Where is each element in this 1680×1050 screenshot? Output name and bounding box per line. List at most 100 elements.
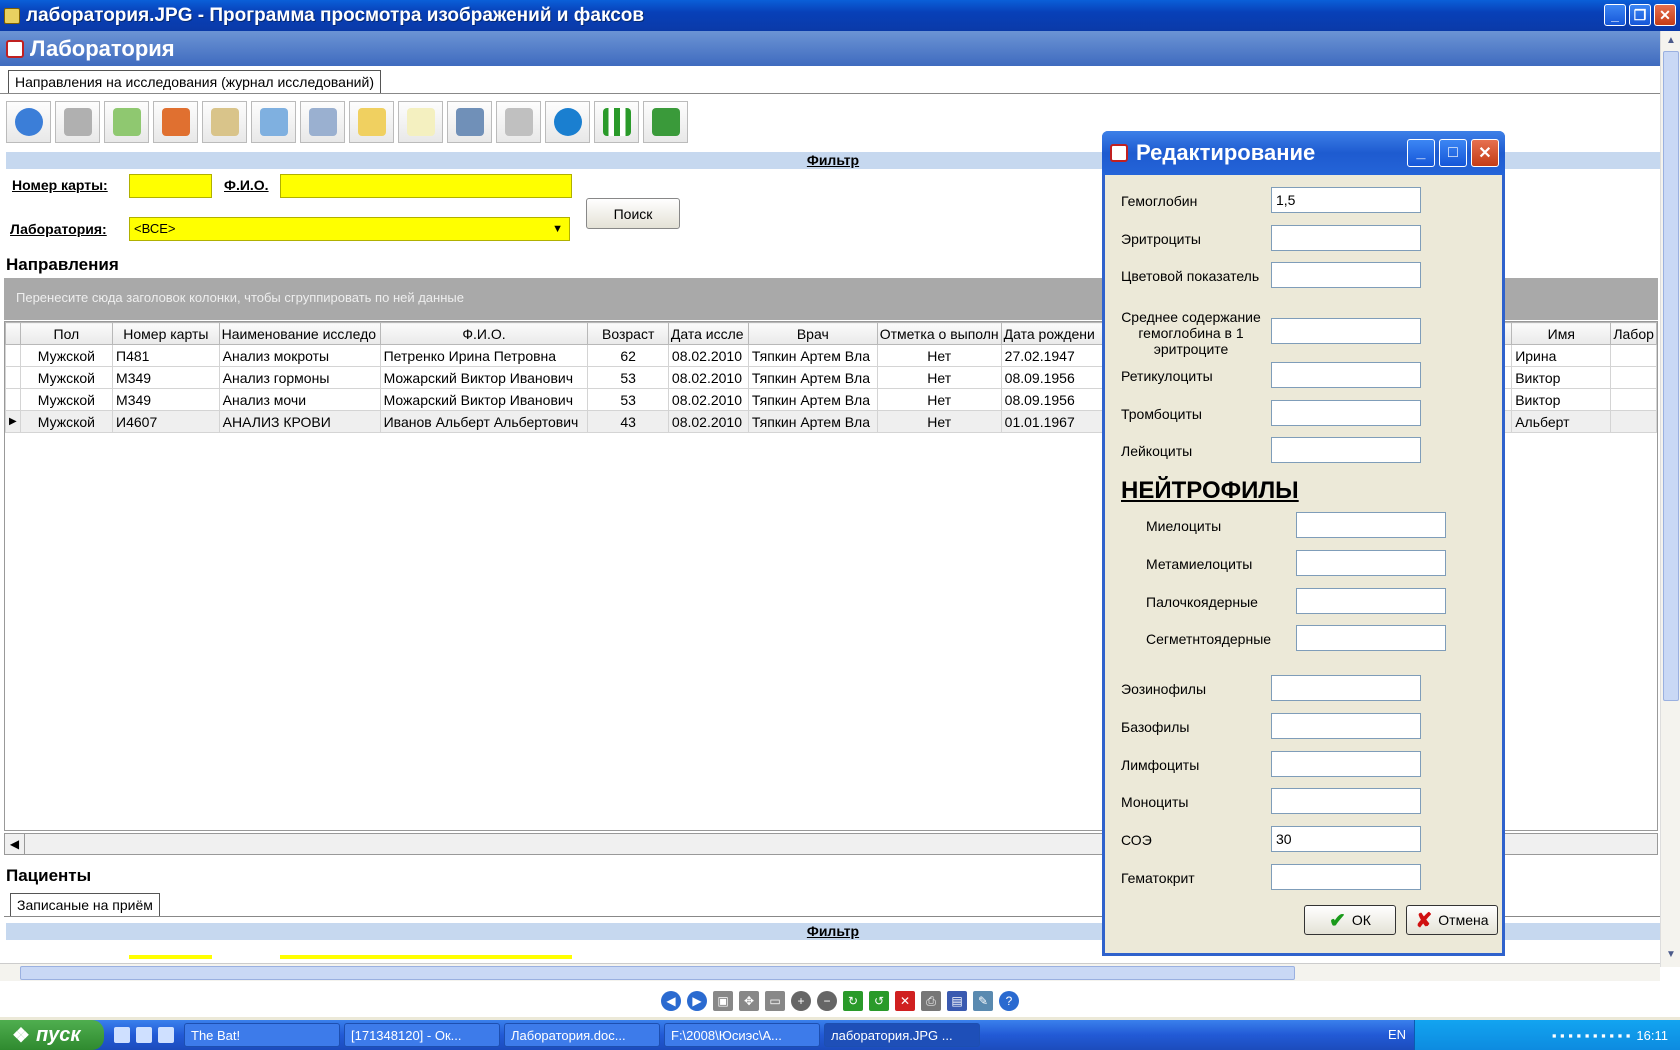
start-button[interactable]: ❖ пуск [0,1020,104,1050]
basophils-input[interactable] [1271,713,1421,739]
taskbar-item[interactable]: [171348120] - Ок... [344,1023,500,1047]
calculator-button[interactable] [447,101,492,143]
myelocytes-input[interactable] [1296,512,1446,538]
lymphocytes-input[interactable] [1271,751,1421,777]
column-header[interactable]: Врач [747,322,878,345]
esr-input[interactable]: 30 [1271,826,1421,852]
window-title-bar[interactable]: лаборатория.JPG - Программа просмотра из… [0,0,1680,31]
save-icon[interactable]: ▤ [947,991,967,1011]
column-header[interactable]: Дата иссле [667,322,749,345]
band-neutrophils-input[interactable] [1296,588,1446,614]
quick-launch-icon[interactable] [114,1027,130,1043]
erythrocytes-input[interactable] [1271,225,1421,251]
monocytes-input[interactable] [1271,788,1421,814]
viewer-vertical-scrollbar[interactable]: ▲ ▼ [1660,31,1680,967]
rotate-cw-icon[interactable]: ↻ [843,991,863,1011]
print-button[interactable] [496,101,541,143]
ok-button[interactable]: ✔ ОК [1304,905,1396,935]
column-header[interactable]: Номер карты [112,322,220,345]
patients-fio-input[interactable] [280,955,572,959]
hemoglobin-input[interactable]: 1,5 [1271,187,1421,213]
excel-button[interactable] [643,101,688,143]
go-button[interactable] [545,101,590,143]
eosinophils-input[interactable] [1271,675,1421,701]
clear-filter-button[interactable] [55,101,100,143]
tab-patients[interactable]: Записаные на приём [10,893,160,916]
best-fit-icon[interactable]: ▣ [713,991,733,1011]
column-header[interactable]: Возраст [587,322,669,345]
language-indicator[interactable]: EN [1388,1027,1406,1042]
mch-input[interactable] [1271,318,1421,344]
scroll-left-icon[interactable]: ◀ [5,834,25,854]
taskbar-item-active[interactable]: лаборатория.JPG ... [824,1023,980,1047]
restore-button[interactable]: ❐ [1629,4,1651,26]
scroll-thumb[interactable] [1663,51,1679,701]
actual-size-icon[interactable]: ✥ [739,991,759,1011]
directions-title: Направления [6,255,119,274]
leukocytes-input[interactable] [1271,437,1421,463]
chart-button[interactable] [594,101,639,143]
cancel-button[interactable]: ✘ Отмена [1406,905,1498,935]
laboratory-select[interactable]: <ВСЕ> ▼ [129,217,570,241]
viewer-horizontal-scrollbar[interactable] [0,963,1660,981]
card-number-input[interactable] [129,174,212,198]
attach-button[interactable] [300,101,345,143]
scroll-down-icon[interactable]: ▼ [1663,947,1679,963]
column-header[interactable]: Наименование исследо [218,322,381,345]
minimize-button[interactable]: _ [1604,4,1626,26]
taskbar-item[interactable]: The Bat! [184,1023,340,1047]
shapes-button[interactable] [153,101,198,143]
reticulocytes-input[interactable] [1271,362,1421,388]
table-check-button[interactable] [202,101,247,143]
taskbar-item[interactable]: Лаборатория.doc... [504,1023,660,1047]
zoom-in-icon[interactable]: + [791,991,811,1011]
slideshow-icon[interactable]: ▭ [765,991,785,1011]
segmented-neutrophils-input[interactable] [1296,625,1446,651]
column-header[interactable]: Лабор [1610,322,1657,345]
search-button[interactable]: Поиск [586,198,680,229]
next-image-icon[interactable]: ▶ [687,991,707,1011]
dialog-maximize-button[interactable]: □ [1439,139,1467,167]
color-index-input[interactable] [1271,262,1421,288]
note-button[interactable] [349,101,394,143]
column-header[interactable]: Дата рождени [1000,322,1106,345]
edit-button[interactable] [251,101,296,143]
quick-launch [114,1027,174,1043]
column-header[interactable]: Имя [1511,322,1612,345]
column-header[interactable]: Ф.И.О. [379,322,589,345]
field-label: Эритроциты [1121,231,1201,247]
database-button[interactable] [104,101,149,143]
the-bat-icon[interactable] [158,1027,174,1043]
viewer-toolbar: ◀ ▶ ▣ ✥ ▭ + − ↻ ↺ ✕ ⎙ ▤ ✎ ? [0,985,1680,1017]
scroll-up-icon[interactable]: ▲ [1663,33,1679,49]
close-button[interactable]: ✕ [1654,4,1676,26]
dialog-title-bar[interactable]: Редактирование _ □ ✕ [1102,131,1505,175]
field-label: Лейкоциты [1121,443,1193,459]
scroll-thumb[interactable] [20,966,1295,980]
cell-study: Анализ мокроты [218,344,381,367]
browser-icon[interactable] [136,1027,152,1043]
print-icon[interactable]: ⎙ [921,991,941,1011]
column-header[interactable]: Пол [19,322,114,345]
help-icon[interactable]: ? [999,991,1019,1011]
zoom-out-icon[interactable]: − [817,991,837,1011]
row-indicator [5,344,21,367]
column-header[interactable]: Отметка о выполн [876,322,1002,345]
hematocrit-input[interactable] [1271,864,1421,890]
edit-image-icon[interactable]: ✎ [973,991,993,1011]
dialog-minimize-button[interactable]: _ [1407,139,1435,167]
tray-icons[interactable]: ▪ ▪ ▪ ▪ ▪ ▪ ▪ ▪ ▪ ▪ [1552,1028,1631,1043]
metamyelocytes-input[interactable] [1296,550,1446,576]
notepad-button[interactable] [398,101,443,143]
patients-card-input[interactable] [129,955,212,959]
dialog-close-button[interactable]: ✕ [1471,139,1499,167]
platelets-input[interactable] [1271,400,1421,426]
refresh-button[interactable] [6,101,51,143]
taskbar-item[interactable]: F:\2008\Юсиэс\А... [664,1023,820,1047]
delete-icon[interactable]: ✕ [895,991,915,1011]
chevron-down-icon[interactable]: ▼ [552,218,563,240]
rotate-ccw-icon[interactable]: ↺ [869,991,889,1011]
fio-input[interactable] [280,174,572,198]
previous-image-icon[interactable]: ◀ [661,991,681,1011]
tab-directions[interactable]: Направления на исследования (журнал иссл… [8,70,381,93]
